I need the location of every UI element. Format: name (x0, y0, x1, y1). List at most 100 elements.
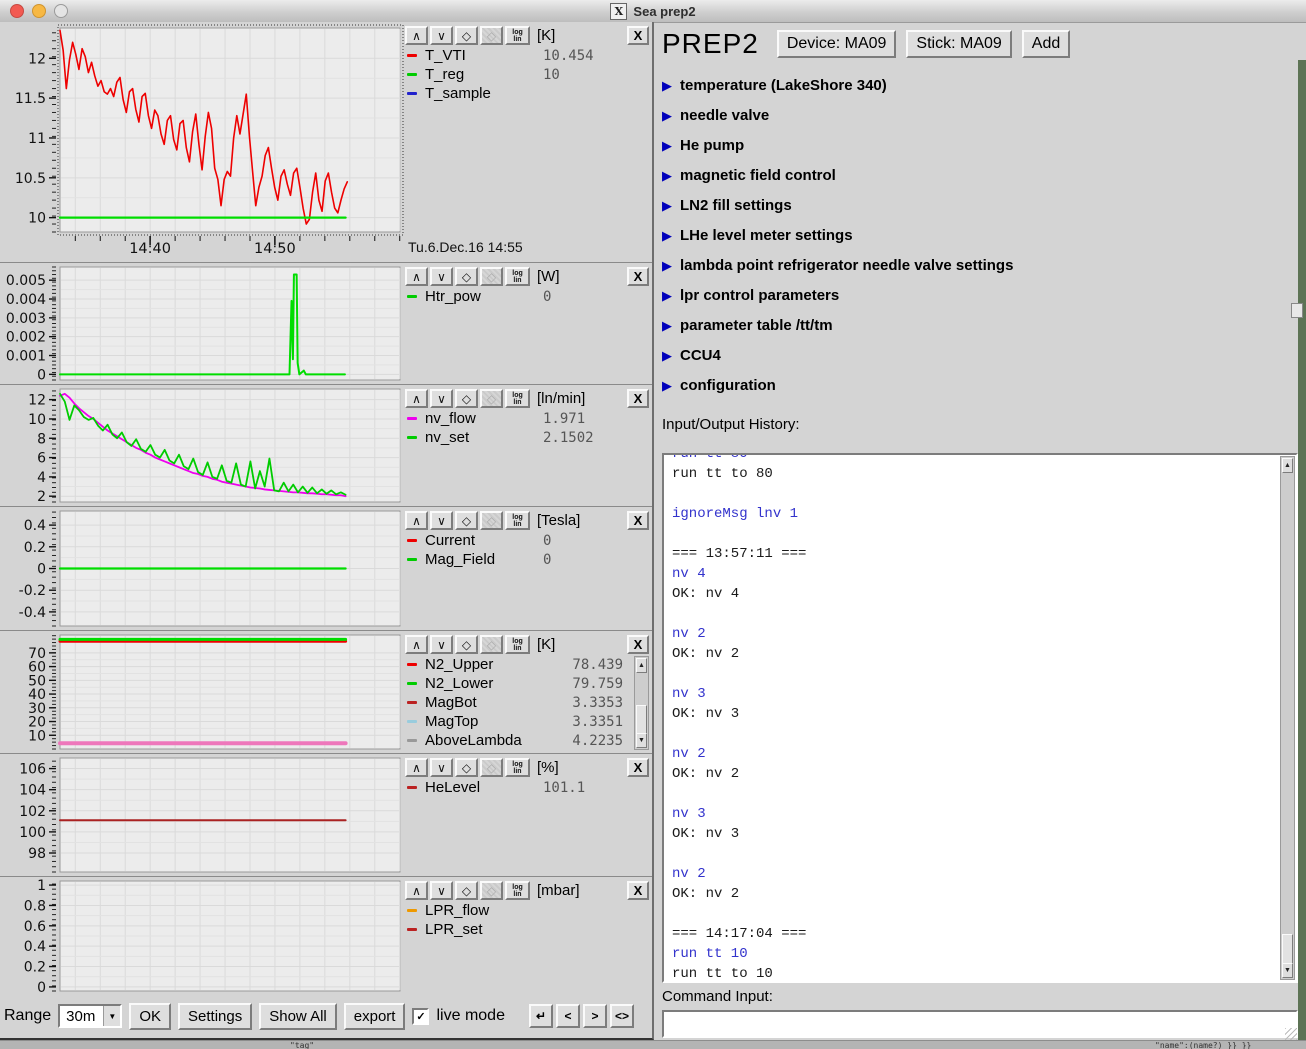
step-forward-icon[interactable]: > (583, 1004, 607, 1028)
live-mode-checkbox[interactable]: ✓ (412, 1008, 429, 1025)
close-chart-icon[interactable]: X (627, 758, 649, 777)
tree-item-3[interactable]: ▶magnetic field control (662, 160, 1306, 190)
settings-tree: ▶temperature (LakeShore 340)▶needle valv… (656, 60, 1306, 400)
svg-text:0.2: 0.2 (24, 960, 46, 976)
scroll-down-icon[interactable]: ∨ (430, 389, 453, 408)
log-lin-toggle-icon[interactable]: loglin (505, 389, 530, 408)
log-lin-toggle-icon[interactable]: loglin (505, 635, 530, 654)
log-lin-toggle-icon[interactable]: loglin (505, 267, 530, 286)
close-chart-icon[interactable]: X (627, 389, 649, 408)
close-chart-icon[interactable]: X (627, 267, 649, 286)
zoom-disabled-icon[interactable]: ◇ (480, 881, 503, 900)
log-lin-toggle-icon[interactable]: loglin (505, 758, 530, 777)
zoom-disabled-icon[interactable]: ◇ (480, 26, 503, 45)
prep2-panel: PREP2 Device: MA09 Stick: MA09 Add ▶temp… (656, 22, 1306, 1040)
close-chart-icon[interactable]: X (627, 881, 649, 900)
tree-expand-triangle-icon[interactable]: ▶ (662, 229, 672, 242)
close-chart-icon[interactable]: X (627, 511, 649, 530)
scroll-down-icon[interactable]: ∨ (430, 758, 453, 777)
history-scroll-thumb[interactable] (1282, 934, 1293, 964)
history-scrollbar[interactable]: ▲ ▼ (1280, 456, 1295, 980)
tree-expand-triangle-icon[interactable]: ▶ (662, 109, 672, 122)
scroll-down-icon[interactable]: ∨ (430, 881, 453, 900)
tree-item-10[interactable]: ▶configuration (662, 370, 1306, 400)
title-bar[interactable]: X Sea prep2 (0, 0, 1306, 23)
tree-expand-triangle-icon[interactable]: ▶ (662, 259, 672, 272)
zoom-reset-icon[interactable]: ◇ (455, 26, 478, 45)
tree-expand-triangle-icon[interactable]: ▶ (662, 289, 672, 302)
show-all-button[interactable]: Show All (259, 1003, 337, 1030)
scroll-up-icon[interactable]: ∧ (405, 635, 428, 654)
scroll-up-icon[interactable]: ▲ (636, 658, 647, 673)
tree-item-9[interactable]: ▶CCU4 (662, 340, 1306, 370)
tree-item-2[interactable]: ▶He pump (662, 130, 1306, 160)
log-lin-toggle-icon[interactable]: loglin (505, 26, 530, 45)
tree-expand-triangle-icon[interactable]: ▶ (662, 349, 672, 362)
scroll-up-icon[interactable]: ∧ (405, 758, 428, 777)
tree-item-5[interactable]: ▶LHe level meter settings (662, 220, 1306, 250)
zoom-disabled-icon[interactable]: ◇ (480, 511, 503, 530)
expand-range-icon[interactable]: <> (610, 1004, 634, 1028)
tree-expand-triangle-icon[interactable]: ▶ (662, 199, 672, 212)
zoom-disabled-icon[interactable]: ◇ (480, 389, 503, 408)
zoom-reset-icon[interactable]: ◇ (455, 881, 478, 900)
return-icon[interactable]: ↵ (529, 1004, 553, 1028)
add-button[interactable]: Add (1022, 30, 1070, 58)
scroll-down-icon[interactable]: ▼ (636, 733, 647, 748)
zoom-reset-icon[interactable]: ◇ (455, 389, 478, 408)
history-line: run tt to 10 (672, 964, 1274, 983)
scroll-down-icon[interactable]: ▼ (1282, 963, 1293, 978)
command-input[interactable] (662, 1010, 1298, 1038)
scroll-down-icon[interactable]: ∨ (430, 635, 453, 654)
stick-button[interactable]: Stick: MA09 (906, 30, 1011, 58)
settings-button[interactable]: Settings (178, 1003, 252, 1030)
zoom-reset-icon[interactable]: ◇ (455, 635, 478, 654)
zoom-reset-icon[interactable]: ◇ (455, 758, 478, 777)
tree-item-4[interactable]: ▶LN2 fill settings (662, 190, 1306, 220)
zoom-reset-icon[interactable]: ◇ (455, 267, 478, 286)
zoom-disabled-icon[interactable]: ◇ (480, 267, 503, 286)
legend-series-value: 2.1502 (543, 430, 594, 446)
close-chart-icon[interactable]: X (627, 26, 649, 45)
scroll-up-icon[interactable]: ▲ (1282, 458, 1293, 473)
tree-expand-triangle-icon[interactable]: ▶ (662, 169, 672, 182)
scroll-down-icon[interactable]: ∨ (430, 267, 453, 286)
background-window-strip: "tag" "name":(name?) }} }} (0, 1040, 1306, 1049)
svg-text:0.005: 0.005 (6, 273, 46, 289)
tree-expand-triangle-icon[interactable]: ▶ (662, 79, 672, 92)
scroll-down-icon[interactable]: ∨ (430, 511, 453, 530)
svg-text:0.003: 0.003 (6, 311, 46, 327)
resize-grip[interactable] (1285, 1028, 1297, 1040)
history-box[interactable]: run tt 80run tt to 80 ignoreMsg lnv 1 ==… (662, 453, 1298, 983)
log-lin-toggle-icon[interactable]: loglin (505, 881, 530, 900)
scroll-up-icon[interactable]: ∧ (405, 267, 428, 286)
scroll-down-icon[interactable]: ∨ (430, 26, 453, 45)
export-button[interactable]: export (344, 1003, 406, 1030)
tree-item-6[interactable]: ▶lambda point refrigerator needle valve … (662, 250, 1306, 280)
device-button[interactable]: Device: MA09 (777, 30, 897, 58)
zoom-disabled-icon[interactable]: ◇ (480, 758, 503, 777)
history-line: nv 3 (672, 804, 1274, 824)
range-select[interactable]: 30m ▼ (58, 1004, 122, 1028)
tree-item-0[interactable]: ▶temperature (LakeShore 340) (662, 70, 1306, 100)
tree-expand-triangle-icon[interactable]: ▶ (662, 319, 672, 332)
step-back-icon[interactable]: < (556, 1004, 580, 1028)
combo-arrow-icon[interactable]: ▼ (103, 1006, 120, 1026)
tree-item-7[interactable]: ▶lpr control parameters (662, 280, 1306, 310)
scroll-up-icon[interactable]: ∧ (405, 389, 428, 408)
close-chart-icon[interactable]: X (627, 635, 649, 654)
legend-scrollbar[interactable]: ▲▼ (634, 656, 649, 750)
tree-expand-triangle-icon[interactable]: ▶ (662, 379, 672, 392)
scroll-up-icon[interactable]: ∧ (405, 881, 428, 900)
legend-series-value: 1.971 (543, 411, 585, 427)
tree-item-8[interactable]: ▶parameter table /tt/tm (662, 310, 1306, 340)
zoom-reset-icon[interactable]: ◇ (455, 511, 478, 530)
svg-text:102: 102 (19, 804, 46, 820)
tree-item-1[interactable]: ▶needle valve (662, 100, 1306, 130)
scroll-up-icon[interactable]: ∧ (405, 26, 428, 45)
tree-expand-triangle-icon[interactable]: ▶ (662, 139, 672, 152)
scroll-up-icon[interactable]: ∧ (405, 511, 428, 530)
log-lin-toggle-icon[interactable]: loglin (505, 511, 530, 530)
zoom-disabled-icon[interactable]: ◇ (480, 635, 503, 654)
ok-button[interactable]: OK (129, 1003, 171, 1030)
